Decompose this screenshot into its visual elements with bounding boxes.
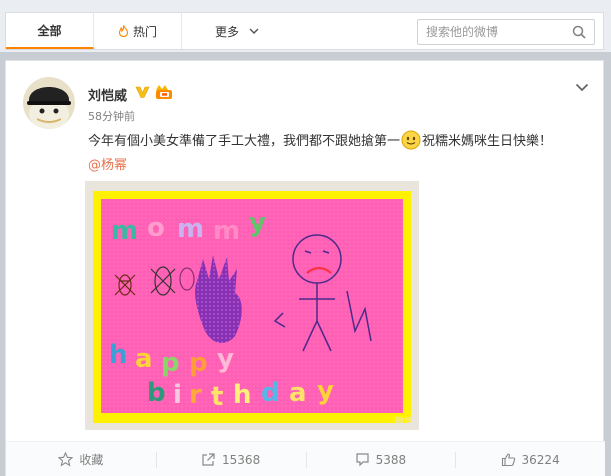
comment-icon xyxy=(355,453,369,467)
like-button[interactable]: 36224 xyxy=(455,442,605,476)
username[interactable]: 刘恺威 xyxy=(88,85,127,104)
svg-text:y: y xyxy=(217,344,234,374)
tab-all-label: 全部 xyxy=(37,23,62,38)
share-count: 15368 xyxy=(222,452,261,467)
tab-strip: 全部 热门 更多 xyxy=(5,12,604,50)
svg-text:t: t xyxy=(211,382,223,412)
svg-text:b: b xyxy=(147,378,166,408)
search-input[interactable] xyxy=(426,23,566,41)
star-icon xyxy=(58,452,74,467)
letter-m: m xyxy=(213,216,240,246)
svg-text:d: d xyxy=(261,378,280,408)
svg-text:p: p xyxy=(161,348,180,378)
avatar-image xyxy=(23,77,75,129)
svg-text:a: a xyxy=(135,344,153,374)
favorite-label: 收藏 xyxy=(79,453,104,467)
post-time[interactable]: 58分钟前 xyxy=(88,108,135,124)
fire-icon xyxy=(118,25,129,37)
thumbs-up-icon xyxy=(501,453,515,467)
action-bar: 收藏 15368 5388 36224 xyxy=(6,441,605,476)
search-box[interactable] xyxy=(417,19,595,45)
letter-m: m xyxy=(177,214,204,244)
svg-text:p: p xyxy=(189,348,208,378)
tab-more-label: 更多 xyxy=(214,24,239,39)
letter-y: y xyxy=(249,208,266,238)
tab-hot[interactable]: 热门 xyxy=(94,13,182,49)
smiley-emoji-icon xyxy=(401,130,421,150)
svg-text:r: r xyxy=(189,380,202,410)
comment-count: 5388 xyxy=(375,452,407,467)
avatar[interactable] xyxy=(23,77,75,129)
post-text-part1: 今年有個小美女準備了手工大禮，我們都不跟她搶第一 xyxy=(88,134,401,149)
weibo-post-card: 刘恺威 58分钟前 今年有個小美女準備了手工大禮，我們都不跟她搶第一 祝糯米媽咪生… xyxy=(5,60,605,476)
post-image[interactable]: m o m m y h a p p y b i r t h d a y 微博 xyxy=(85,181,419,430)
chevron-down-icon xyxy=(249,28,259,34)
svg-text:h: h xyxy=(233,380,252,410)
verified-v-icon xyxy=(135,86,150,98)
svg-text:a: a xyxy=(289,378,307,408)
post-menu-chevron-icon[interactable] xyxy=(575,83,589,92)
tab-more[interactable]: 更多 xyxy=(182,13,292,49)
comment-button[interactable]: 5388 xyxy=(305,442,456,476)
top-tab-bar: 全部 热门 更多 xyxy=(0,0,611,52)
birthday-card-drawing: m o m m y h a p p y b i r t h d a y xyxy=(85,181,419,430)
svg-text:i: i xyxy=(173,380,182,410)
letter-o: o xyxy=(147,213,165,243)
svg-text:h: h xyxy=(109,340,128,370)
like-count: 36224 xyxy=(521,452,560,467)
svg-text:y: y xyxy=(317,376,334,406)
letter-m: m xyxy=(111,216,138,246)
post-text: 今年有個小美女準備了手工大禮，我們都不跟她搶第一 祝糯米媽咪生日快樂！ xyxy=(88,130,552,152)
image-watermark: 微博 xyxy=(394,417,413,427)
mention-link[interactable]: @杨幂 xyxy=(88,154,127,173)
post-text-part2: 祝糯米媽咪生日快樂！ xyxy=(422,134,553,149)
favorite-button[interactable]: 收藏 xyxy=(6,442,156,476)
search-icon[interactable] xyxy=(572,25,586,39)
tab-hot-label: 热门 xyxy=(132,24,157,39)
share-button[interactable]: 15368 xyxy=(155,442,306,476)
share-icon xyxy=(202,453,215,466)
member-badge-icon[interactable] xyxy=(154,84,174,100)
tab-all[interactable]: 全部 xyxy=(6,13,94,49)
